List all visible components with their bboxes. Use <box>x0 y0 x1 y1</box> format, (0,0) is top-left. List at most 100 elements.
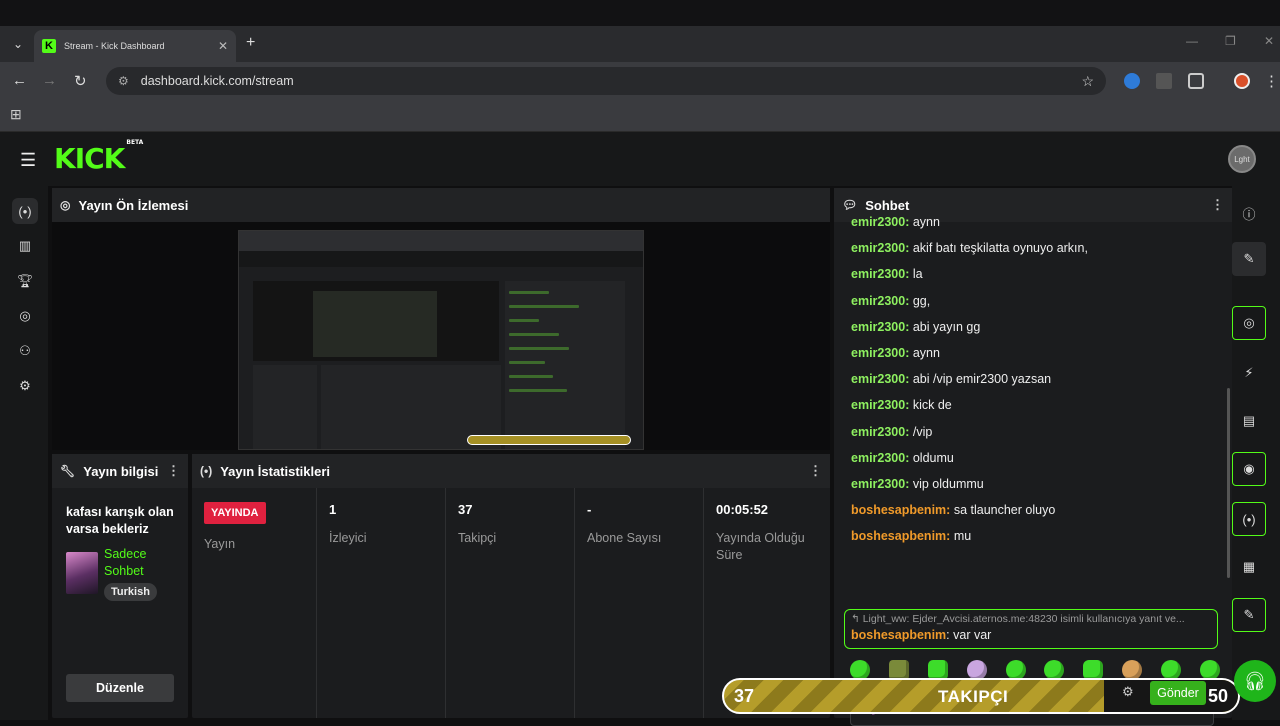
bookmark-star-icon[interactable]: ☆ <box>1081 73 1094 90</box>
chat-username[interactable]: emir2300 <box>851 267 905 281</box>
kick-logo[interactable]: KICK BETA <box>54 139 143 175</box>
stat-status: YAYINDA Yayın <box>192 488 317 718</box>
edit-button[interactable]: Düzenle <box>66 674 174 702</box>
user-avatar[interactable]: Lght <box>1228 145 1256 173</box>
stat-label: Yayın <box>204 537 236 551</box>
extension-shazam-icon[interactable] <box>1124 73 1140 89</box>
left-sidebar: (•) ▥ 🏆︎ ◎ ⚇ ⚙ <box>0 186 48 720</box>
apps-grid-icon[interactable]: ⊞ <box>10 106 22 123</box>
chat-username[interactable]: emir2300 <box>851 215 905 229</box>
sidebar-preview-icon[interactable]: ◎ <box>12 303 38 329</box>
chat-username[interactable]: emir2300 <box>851 346 905 360</box>
site-info-icon[interactable]: ⚙ <box>118 74 129 88</box>
emote-icon[interactable] <box>927 660 948 680</box>
emote-icon[interactable] <box>850 660 870 680</box>
emote-icon[interactable] <box>1161 660 1181 680</box>
chat-username[interactable]: boshesapbenim <box>851 503 946 517</box>
preview-icon: ◎ <box>60 198 71 212</box>
extension-reader-icon[interactable] <box>1156 73 1172 89</box>
chat-text: aynn <box>912 215 940 229</box>
edit-pencil-icon[interactable]: ✎ <box>1232 242 1266 276</box>
chat-username[interactable]: emir2300 <box>851 398 905 412</box>
quick-actions-bolt-icon[interactable]: ⚡︎ <box>1232 356 1266 390</box>
sidebar-users-icon[interactable]: ⚇ <box>12 338 38 364</box>
follower-label: TAKIPÇI <box>938 687 1009 706</box>
chat-settings-gear-icon[interactable]: ⚙ <box>1122 684 1134 700</box>
hamburger-menu-icon[interactable]: ☰ <box>20 150 36 171</box>
layout-icon[interactable]: ▦ <box>1232 550 1266 584</box>
chat-username[interactable]: emir2300 <box>851 451 905 465</box>
logo-text: KICK <box>54 142 125 175</box>
emote-icon[interactable] <box>1044 660 1065 680</box>
stat-value: 1 <box>329 502 337 517</box>
tab-search-chevron-icon[interactable]: ⌄ <box>6 32 30 56</box>
chat-message: emir2300: kick de <box>834 398 1224 424</box>
emote-icon[interactable] <box>1005 660 1026 680</box>
maximize-icon[interactable]: ❐ <box>1225 34 1236 48</box>
preview-toggle-icon[interactable]: ◎ <box>1232 306 1266 340</box>
send-button[interactable]: Gönder <box>1150 681 1206 705</box>
chat-text: oldumu <box>912 450 954 465</box>
chat-username[interactable]: emir2300 <box>851 372 905 386</box>
sidebar-settings-gear-icon[interactable]: ⚙ <box>12 373 38 399</box>
tab-kick-dashboard[interactable]: K Stream - Kick Dashboard ✕ <box>34 30 236 62</box>
stat-label: Yayında Olduğu Süre <box>716 531 805 562</box>
emote-icon[interactable] <box>888 660 909 680</box>
chat-separator: : <box>905 293 913 308</box>
chat-toggle-icon[interactable]: ◉ <box>1232 452 1266 486</box>
forward-arrow-icon[interactable]: → <box>42 72 57 89</box>
chat-username[interactable]: emir2300 <box>851 477 905 491</box>
chat-scrollbar[interactable] <box>1227 388 1230 578</box>
chat-panel: 💬︎ Sohbet ⋮ emir2300: aynn emir2300: akif… <box>834 188 1232 726</box>
preview-video[interactable] <box>52 222 830 450</box>
chat-more-icon[interactable]: ⋮ <box>1211 197 1224 213</box>
info-icon[interactable]: ⓘ <box>1232 196 1266 230</box>
emote-icon[interactable] <box>1083 660 1104 680</box>
window-close-icon[interactable]: ✕ <box>1264 34 1274 48</box>
category-link[interactable]: Sadece Sohbet <box>104 546 184 580</box>
sidebar-stream-icon[interactable]: (•) <box>12 198 38 224</box>
chat-text: /vip <box>912 424 933 439</box>
stream-toggle-icon[interactable]: (•) <box>1232 502 1266 536</box>
chat-text: abi /vip emir2300 yazsan <box>912 372 1052 387</box>
extensions-puzzle-icon[interactable] <box>1188 73 1204 89</box>
chat-username[interactable]: emir2300 <box>851 241 905 255</box>
support-headset-icon[interactable]: 🎧︎ <box>1234 660 1276 702</box>
chat-username[interactable]: emir2300 <box>851 294 905 308</box>
reply-ref-text: Light_ww: Ejder_Avcisi.aternos.me:48230 … <box>862 613 1185 625</box>
tools-wrench-icon[interactable]: ✎ <box>1232 598 1266 632</box>
url-text[interactable]: dashboard.kick.com/stream <box>141 74 1082 88</box>
omnibox[interactable]: ⚙ dashboard.kick.com/stream ☆ <box>106 67 1106 95</box>
back-arrow-icon[interactable]: ← <box>12 72 27 89</box>
chat-title: Sohbet <box>865 197 910 213</box>
new-tab-plus-icon[interactable]: + <box>246 34 255 52</box>
sidebar-trophy-icon[interactable]: 🏆︎ <box>12 268 38 294</box>
minimize-icon[interactable]: — <box>1186 34 1198 48</box>
stat-label: Takipçi <box>458 531 497 545</box>
chat-username[interactable]: emir2300 <box>851 425 905 439</box>
chat-username[interactable]: boshesapbenim <box>851 529 946 543</box>
reload-icon[interactable]: ↻ <box>74 72 87 90</box>
sidebar-analytics-icon[interactable]: ▥ <box>12 233 38 259</box>
reply-username[interactable]: boshesapbenim <box>851 628 946 642</box>
tab-close-icon[interactable]: ✕ <box>218 39 228 53</box>
chat-username[interactable]: emir2300 <box>851 320 905 334</box>
chat-separator: : <box>905 215 913 229</box>
emote-icon[interactable] <box>1122 660 1143 680</box>
chat-text: la <box>912 267 923 282</box>
notes-icon[interactable]: ▤ <box>1232 404 1266 438</box>
emote-icon[interactable] <box>966 660 987 680</box>
follower-goal-target: 50 <box>1207 686 1228 706</box>
chat-separator: : <box>905 476 913 491</box>
mini-info <box>253 365 317 449</box>
chat-separator: : <box>946 529 954 544</box>
chat-text: aynn <box>912 345 940 360</box>
browser-menu-icon[interactable]: ⋮ <box>1264 72 1279 90</box>
chat-message: emir2300: /vip <box>834 425 1224 451</box>
browser-profile-icon[interactable] <box>1234 73 1250 89</box>
chat-text: mu <box>953 529 972 544</box>
stats-more-icon[interactable]: ⋮ <box>809 463 822 479</box>
info-more-icon[interactable]: ⋮ <box>167 463 180 479</box>
chat-messages[interactable]: emir2300: aynn emir2300: akif batı teşkil… <box>834 215 1224 595</box>
emote-icon[interactable] <box>1199 660 1220 680</box>
